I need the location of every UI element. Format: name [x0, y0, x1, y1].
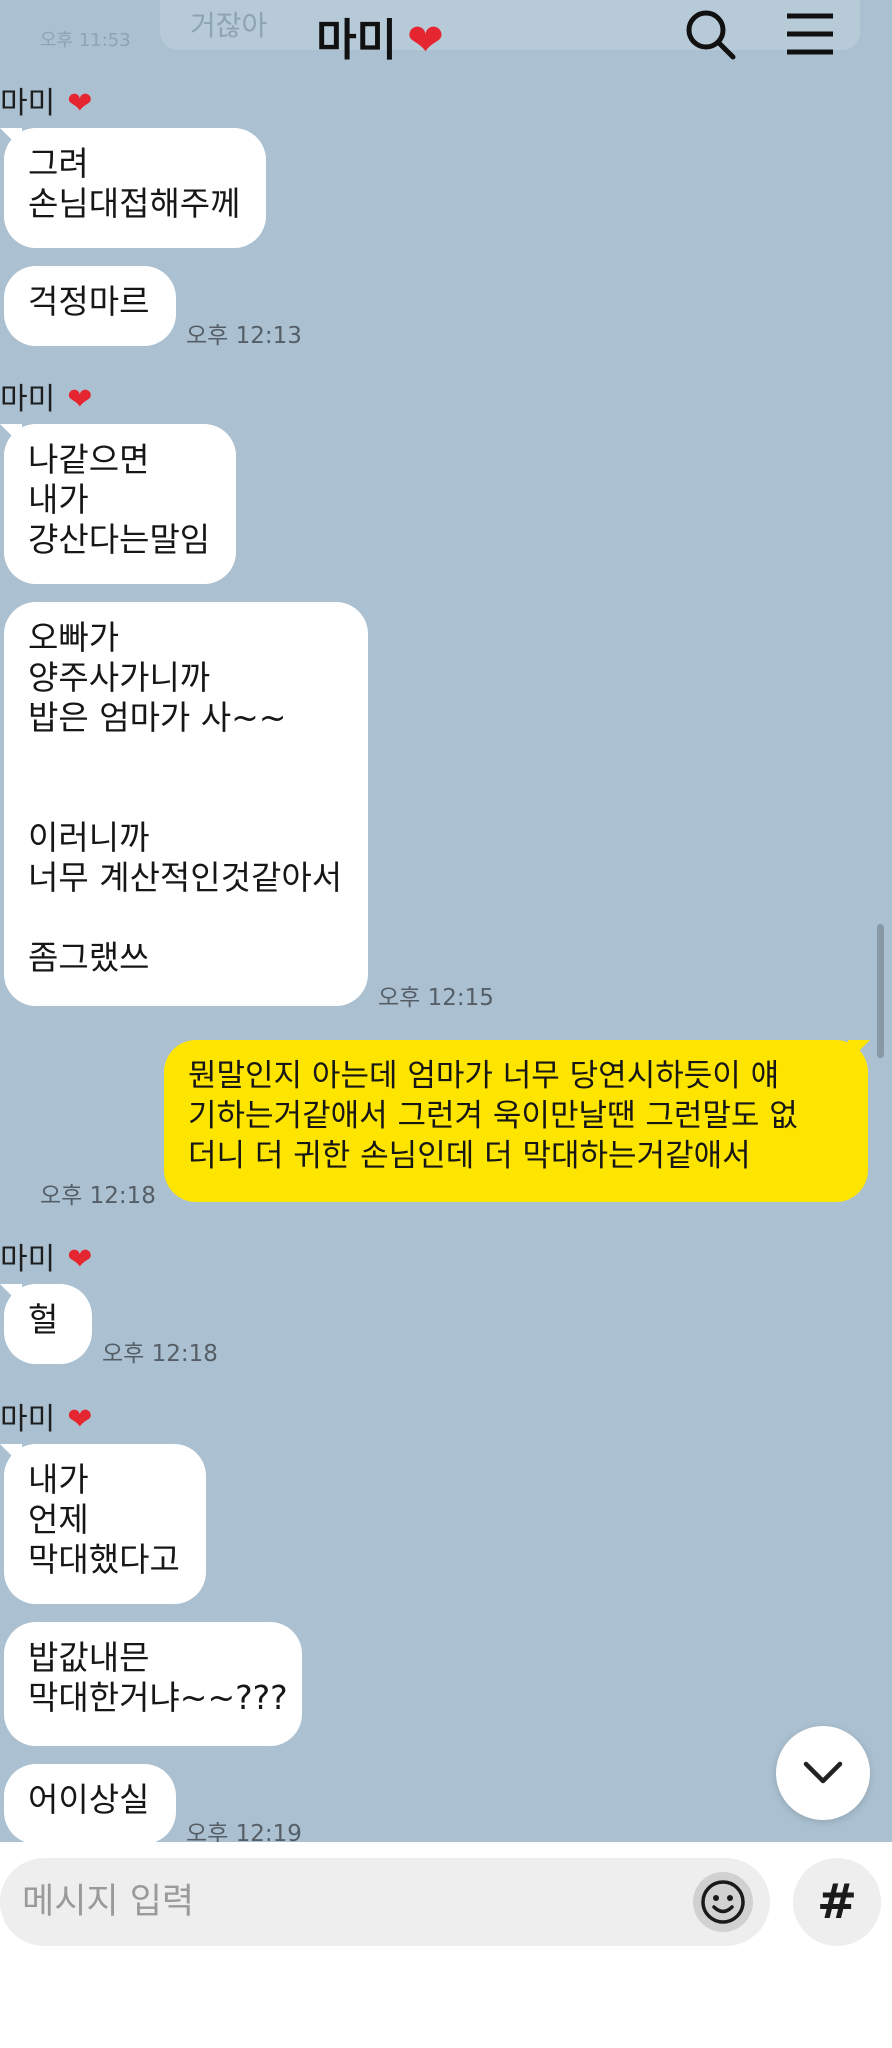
hashtag-icon: #	[816, 1874, 858, 1930]
emoji-button[interactable]	[693, 1872, 753, 1932]
message-bubble[interactable]: 걱정마르	[4, 266, 176, 346]
message-time: 오후 12:15	[378, 985, 494, 1011]
sender-label: 마미 ❤	[0, 1394, 92, 1438]
sender-name: 마미	[0, 382, 56, 417]
sender-name: 마미	[0, 86, 56, 121]
search-icon	[686, 10, 736, 60]
heart-icon: ❤	[67, 1242, 93, 1277]
heart-icon: ❤	[67, 382, 93, 417]
message-time: 오후 12:19	[186, 1821, 302, 1842]
sender-label: 마미 ❤	[0, 1234, 92, 1278]
message-bubble[interactable]: 밥값내믄 막대한거냐~~???	[4, 1622, 302, 1746]
message-time: 오후 12:18	[40, 1183, 156, 1209]
sender-name: 마미	[0, 1402, 56, 1437]
message-bubble[interactable]: 그려 손님대접해주께	[4, 128, 266, 248]
sender-label: 마미 ❤	[0, 78, 92, 122]
chevron-down-icon	[803, 1761, 843, 1784]
message-time: 오후 12:18	[102, 1341, 218, 1367]
scrollbar-thumb[interactable]	[877, 924, 884, 1058]
chat-title: 마미 ❤	[0, 4, 760, 68]
chat-area[interactable]: 오후 11:53 거잖아 마미 ❤ 마미 ❤ 그려 손님대접해주께 걱정마르 오후 …	[0, 0, 892, 1842]
message-bubble[interactable]: 오빠가 양주사가니까 밥은 엄마가 사~~ 이러니까 너무 계산적인것같아서 좀…	[4, 602, 368, 1006]
emoji-icon	[701, 1880, 745, 1924]
message-bubble[interactable]: 헐	[4, 1284, 92, 1364]
message-input[interactable]	[0, 1858, 770, 1946]
sender-label: 마미 ❤	[0, 374, 92, 418]
menu-icon	[787, 13, 833, 55]
chat-title-text: 마미	[316, 15, 398, 66]
sender-name: 마미	[0, 1242, 56, 1277]
message-bubble[interactable]: 어이상실	[4, 1764, 176, 1842]
heart-icon: ❤	[67, 86, 93, 121]
input-bar: #	[0, 1842, 892, 2048]
scroll-to-bottom-button[interactable]	[776, 1726, 870, 1820]
search-button[interactable]	[680, 4, 740, 64]
message-bubble[interactable]: 내가 언제 막대했다고	[4, 1444, 206, 1604]
heart-icon: ❤	[407, 15, 444, 66]
hashtag-button[interactable]: #	[793, 1858, 881, 1946]
message-bubble[interactable]: 나같으면 내가 걍산다는말임	[4, 424, 236, 584]
message-time: 오후 12:13	[186, 323, 302, 349]
heart-icon: ❤	[67, 1402, 93, 1437]
menu-button[interactable]	[780, 4, 840, 64]
my-message-bubble[interactable]: 뭔말인지 아는데 엄마가 너무 당연시하듯이 얘 기하는거같애서 그런겨 욱이만…	[164, 1040, 868, 1202]
